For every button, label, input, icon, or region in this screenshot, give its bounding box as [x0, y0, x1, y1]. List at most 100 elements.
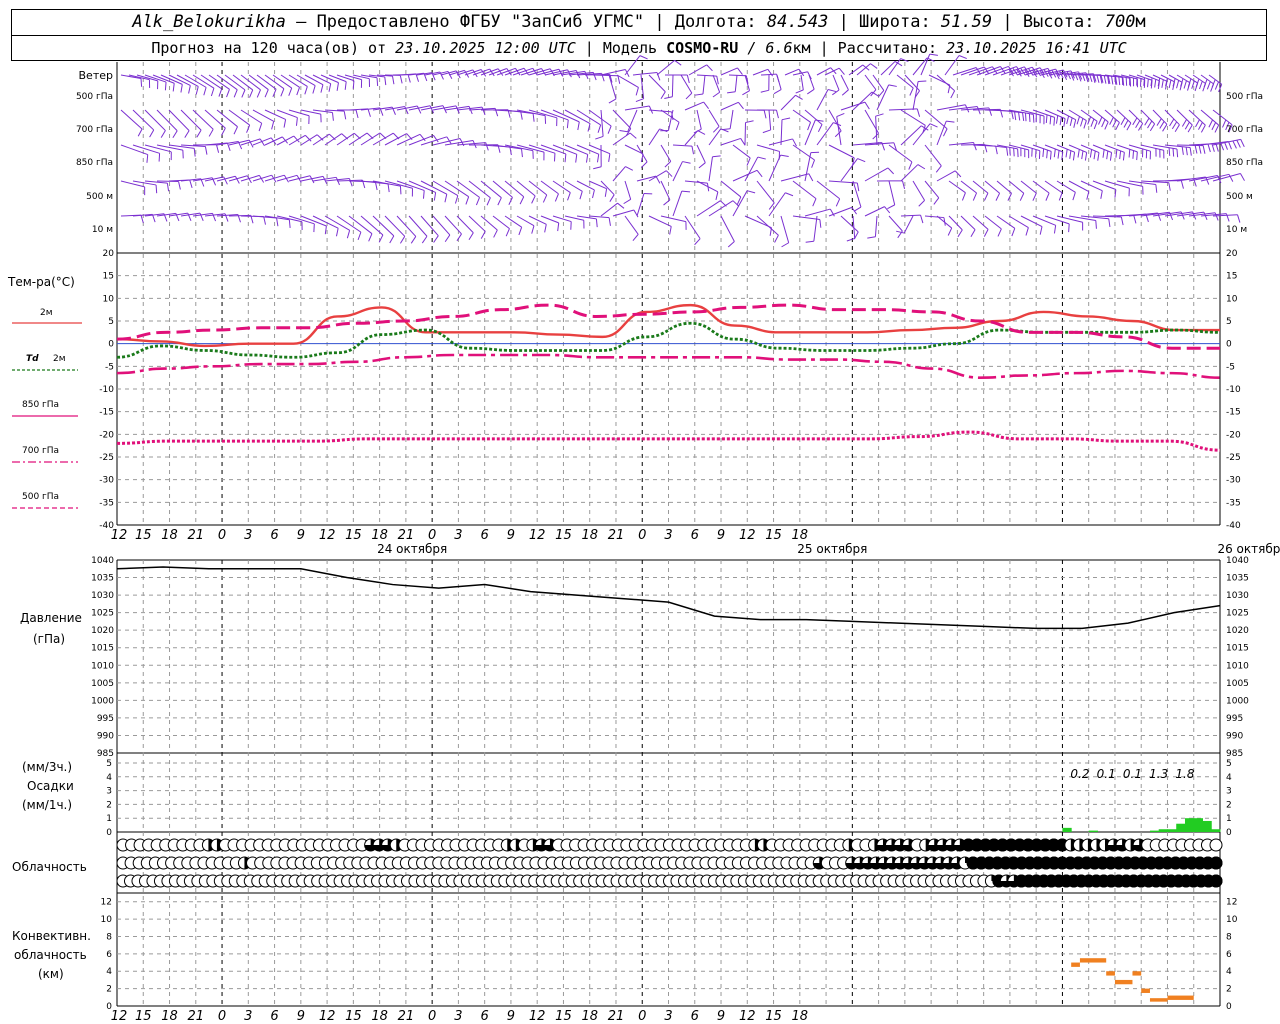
wind-barb-feather: [660, 91, 666, 100]
wind-barb: [624, 180, 632, 200]
wind-barb: [848, 64, 864, 76]
wind-barb-feather: [532, 113, 535, 122]
wind-barb-feather: [1240, 139, 1245, 148]
wind-barb: [696, 200, 721, 217]
wind-barb-feather: [1049, 151, 1052, 160]
wind-barb-feather: [203, 87, 207, 96]
conv-tick-right: 10: [1226, 915, 1238, 925]
wind-barb-feather: [204, 146, 208, 155]
wind-barb-feather: [1237, 214, 1241, 223]
wind-barb-feather: [422, 190, 425, 199]
wind-barb-feather: [1132, 117, 1138, 126]
x-tick-label: 15: [765, 528, 782, 543]
x-tick-label: 9: [297, 528, 305, 543]
pressure-tick-right: 1030: [1226, 591, 1249, 601]
wind-barb-feather: [271, 121, 275, 130]
wind-barb-feather: [579, 191, 583, 200]
wind-barb-feather: [1118, 76, 1121, 86]
wind-barb: [752, 68, 769, 76]
wind-barb-feather: [233, 89, 238, 98]
wind-barb-feather: [389, 235, 395, 244]
wind-barb-feather: [344, 81, 347, 90]
wind-barb-feather: [392, 76, 395, 85]
wind-barb-feather: [1198, 145, 1202, 154]
wind-barb-feather: [851, 207, 857, 215]
wind-barb: [760, 73, 777, 76]
wind-barb-feather: [155, 184, 158, 194]
wind-barb-feather: [505, 228, 510, 237]
wind-barb-feather: [1093, 121, 1098, 130]
temp-tick-right: 20: [1226, 249, 1238, 259]
wind-barb-feather: [1022, 112, 1025, 121]
wind-barb-feather: [137, 128, 143, 137]
wind-barb-feather: [674, 59, 682, 66]
wind-barb: [875, 116, 878, 146]
wind-barb-feather: [1198, 122, 1203, 130]
wind-barb: [840, 215, 859, 233]
x-tick-label-bottom: 12: [739, 1009, 756, 1024]
wind-barb-feather: [635, 98, 644, 103]
wind-barb: [734, 74, 738, 92]
meteogram: 20 2015 1510 105 50 0-5 -5-10 -10-15 -15-20 -20-2…: [7, 53, 1280, 1024]
x-tick-label-bottom: 3: [244, 1009, 252, 1024]
wind-barb-feather: [878, 90, 885, 98]
day-label: 26 октября: [1217, 542, 1280, 556]
wind-barb: [972, 215, 989, 230]
wind-barb: [924, 144, 942, 167]
wind-barb-feather: [544, 224, 547, 233]
wind-barb-feather: [1109, 152, 1113, 161]
wind-barb: [456, 215, 474, 234]
wind-barb-feather: [697, 130, 706, 135]
wind-barb-feather: [712, 126, 720, 133]
wind-barb-feather: [577, 121, 580, 131]
precip-total-3h: 0.2: [1070, 767, 1089, 781]
wind-barb-feather: [1087, 116, 1092, 125]
wind-barb-feather: [950, 90, 956, 99]
precip-tick-left: 2: [106, 800, 112, 810]
wind-barb-feather: [520, 111, 523, 120]
wind-barb: [612, 209, 635, 217]
wind-barb-feather: [712, 91, 720, 98]
wind-barb: [720, 101, 739, 111]
wind-barb: [684, 180, 708, 184]
x-tick-label-bottom: 3: [454, 1009, 462, 1024]
wind-barb-feather: [781, 117, 791, 121]
wind-barb-feather: [682, 161, 691, 164]
wind-barb-feather: [1149, 123, 1156, 132]
wind-barb-feather: [593, 166, 602, 170]
wind-barb: [776, 74, 782, 90]
wind-barb: [792, 215, 820, 221]
precip-bar: [1193, 818, 1203, 832]
wind-barb-feather: [264, 89, 269, 98]
wind-barb-feather: [857, 158, 866, 163]
wind-barb: [336, 74, 355, 82]
wind-barb: [1032, 180, 1050, 194]
wind-barb: [1056, 109, 1076, 121]
x-tick-label-bottom: 18: [792, 1009, 809, 1024]
wind-barb-feather: [485, 142, 489, 151]
legend-700-label: 700 гПа: [22, 446, 59, 456]
conv-label-3: (км): [38, 967, 64, 981]
wind-barb-feather: [357, 231, 362, 241]
wind-barb-feather: [1076, 116, 1080, 125]
wind-barb: [924, 215, 944, 219]
wind-barb: [588, 109, 612, 127]
wind-barb-feather: [1156, 118, 1162, 126]
precip-tick-left: 1: [106, 814, 112, 824]
conv-tick-left: 8: [106, 932, 112, 942]
wind-barb: [702, 74, 706, 95]
wind-barb-feather: [639, 55, 648, 60]
temp-label: Тем-ра(°C): [7, 275, 75, 289]
wind-barb-feather: [935, 165, 942, 173]
pressure-tick-left: 995: [97, 714, 114, 724]
wind-barb: [828, 144, 855, 159]
wind-barb-feather: [208, 129, 214, 137]
x-tick-label: 3: [244, 528, 252, 543]
wind-barb-feather: [681, 190, 691, 193]
wind-barb-feather: [1135, 120, 1141, 128]
wind-barb: [480, 215, 498, 231]
wind-barb-feather: [1169, 118, 1175, 127]
wind-barb-feather: [970, 229, 976, 238]
pressure-tick-left: 1020: [91, 626, 114, 636]
wind-barb-feather: [694, 93, 704, 96]
